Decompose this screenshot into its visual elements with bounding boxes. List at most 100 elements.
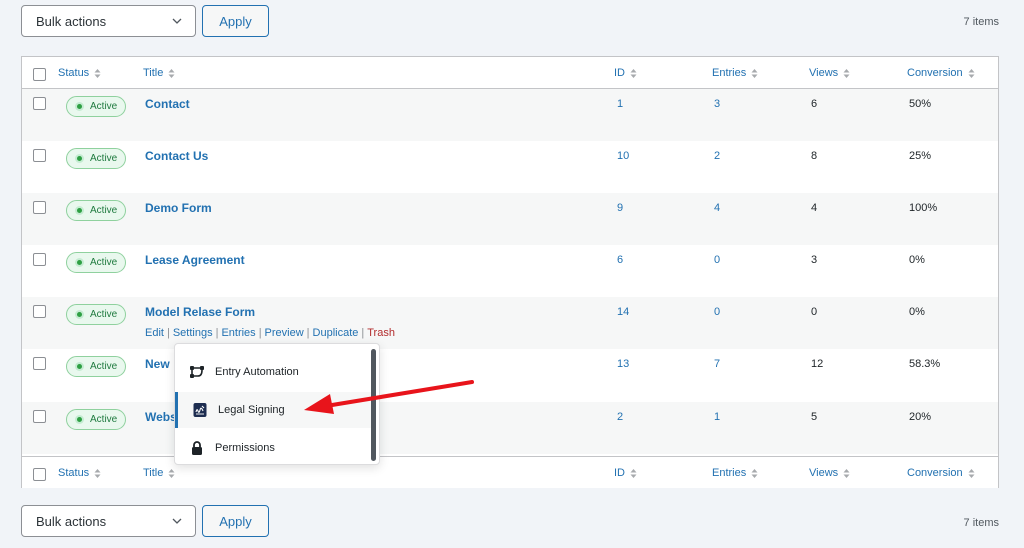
row-checkbox[interactable] <box>33 357 46 370</box>
row-checkbox[interactable] <box>33 97 46 110</box>
column-id-footer[interactable]: ID <box>614 467 637 479</box>
row-checkbox[interactable] <box>33 305 46 318</box>
tablenav-top: Bulk actions Apply 7 items <box>21 5 999 37</box>
conversion-value: 20% <box>909 411 932 423</box>
row-checkbox[interactable] <box>33 201 46 214</box>
sort-icon <box>94 468 101 478</box>
column-title-footer[interactable]: Title <box>143 467 175 479</box>
edit-link[interactable]: Edit <box>145 327 164 339</box>
trash-link[interactable]: Trash <box>367 327 395 339</box>
entries-link[interactable]: 2 <box>714 150 720 162</box>
chevron-down-icon <box>172 18 182 24</box>
views-value: 5 <box>811 411 818 423</box>
table-row: Active Demo Form 9 4 4 100% <box>22 193 998 245</box>
form-id-link[interactable]: 10 <box>617 150 629 162</box>
row-checkbox[interactable] <box>33 149 46 162</box>
status-dot-icon <box>77 104 82 109</box>
status-badge: Active <box>66 148 126 169</box>
conversion-value: 100% <box>909 202 938 214</box>
conversion-value: 25% <box>909 150 932 162</box>
menu-item-permissions[interactable]: Permissions <box>175 430 371 466</box>
views-value: 3 <box>811 254 818 266</box>
table-row: Active Webs 2 1 5 20% <box>22 402 998 454</box>
conversion-value: 0% <box>909 254 925 266</box>
menu-item-label: Entry Automation <box>215 366 299 378</box>
views-value: 0 <box>811 306 818 318</box>
table-footer: Status Title ID Entries Views Conversion <box>22 456 998 488</box>
form-title-link[interactable]: Demo Form <box>145 201 212 215</box>
form-id-link[interactable]: 13 <box>617 358 629 370</box>
entries-link[interactable]: 3 <box>714 98 720 110</box>
menu-item-label: Legal Signing <box>218 404 285 416</box>
table-row: Active Contact 1 3 6 50% <box>22 89 998 141</box>
status-dot-icon <box>77 260 82 265</box>
bulk-actions-select[interactable]: Bulk actions <box>21 5 196 37</box>
form-id-link[interactable]: 1 <box>617 98 623 110</box>
apply-button[interactable]: Apply <box>202 5 269 37</box>
table-row: Active Model Relase Form Edit | Settings | E… <box>22 297 998 349</box>
menu-item-label: Permissions <box>215 442 275 454</box>
apply-button[interactable]: Apply <box>202 505 269 537</box>
preview-link[interactable]: Preview <box>265 327 304 339</box>
row-checkbox[interactable] <box>33 410 46 423</box>
entries-link[interactable]: 1 <box>714 411 720 423</box>
column-entries-footer[interactable]: Entries <box>712 467 758 479</box>
select-all-checkbox[interactable] <box>33 68 46 81</box>
status-badge: Active <box>66 200 126 221</box>
bulk-actions-label: Bulk actions <box>36 14 107 29</box>
views-value: 6 <box>811 98 818 110</box>
row-checkbox[interactable] <box>33 253 46 266</box>
form-title-link[interactable]: Model Relase Form <box>145 305 255 319</box>
bulk-actions-label: Bulk actions <box>36 514 107 529</box>
form-id-link[interactable]: 9 <box>617 202 623 214</box>
entries-link[interactable]: 4 <box>714 202 720 214</box>
select-all-checkbox[interactable] <box>33 468 46 481</box>
sort-icon <box>843 468 850 478</box>
form-id-link[interactable]: 2 <box>617 411 623 423</box>
sort-icon <box>630 468 637 478</box>
column-conversion-footer[interactable]: Conversion <box>907 467 975 479</box>
conversion-value: 58.3% <box>909 358 941 370</box>
status-badge: Active <box>66 96 126 117</box>
form-title-link[interactable]: Webs <box>145 410 177 424</box>
form-title-link[interactable]: Contact Us <box>145 149 208 163</box>
sort-icon <box>968 468 975 478</box>
table-row: Active New 13 7 12 58.3% <box>22 349 998 401</box>
conversion-value: 0% <box>909 306 925 318</box>
form-title-link[interactable]: New <box>145 357 170 371</box>
automation-icon <box>190 366 204 378</box>
duplicate-link[interactable]: Duplicate <box>313 327 359 339</box>
status-badge: Active <box>66 252 126 273</box>
status-dot-icon <box>77 417 82 422</box>
form-id-link[interactable]: 6 <box>617 254 623 266</box>
column-views-footer[interactable]: Views <box>809 467 850 479</box>
forms-table: Status Title ID Entries Views Conversion… <box>21 56 999 488</box>
form-title-link[interactable]: Contact <box>145 97 190 111</box>
table-header: Status Title ID Entries Views Conversion <box>22 57 998 89</box>
entries-action-link[interactable]: Entries <box>221 327 255 339</box>
sort-icon <box>168 468 175 478</box>
views-value: 4 <box>811 202 818 214</box>
settings-link[interactable]: Settings <box>173 327 213 339</box>
column-status-header[interactable]: Status <box>58 67 101 79</box>
form-id-link[interactable]: 14 <box>617 306 629 318</box>
entries-link[interactable]: 0 <box>714 254 720 266</box>
column-id-header[interactable]: ID <box>614 67 637 79</box>
status-dot-icon <box>77 156 82 161</box>
status-badge: Active <box>66 304 126 325</box>
entries-link[interactable]: 7 <box>714 358 720 370</box>
column-status-footer[interactable]: Status <box>58 467 101 479</box>
column-conversion-header[interactable]: Conversion <box>907 67 975 79</box>
column-views-header[interactable]: Views <box>809 67 850 79</box>
bulk-actions-select[interactable]: Bulk actions <box>21 505 196 537</box>
table-row: Active Contact Us 10 2 8 25% <box>22 141 998 193</box>
table-row: Active Lease Agreement 6 0 3 0% <box>22 245 998 297</box>
column-title-header[interactable]: Title <box>143 67 175 79</box>
signature-icon <box>193 403 207 417</box>
status-dot-icon <box>77 312 82 317</box>
column-entries-header[interactable]: Entries <box>712 67 758 79</box>
entries-link[interactable]: 0 <box>714 306 720 318</box>
form-title-link[interactable]: Lease Agreement <box>145 253 245 267</box>
status-dot-icon <box>77 364 82 369</box>
annotation-arrow-icon <box>304 380 474 414</box>
